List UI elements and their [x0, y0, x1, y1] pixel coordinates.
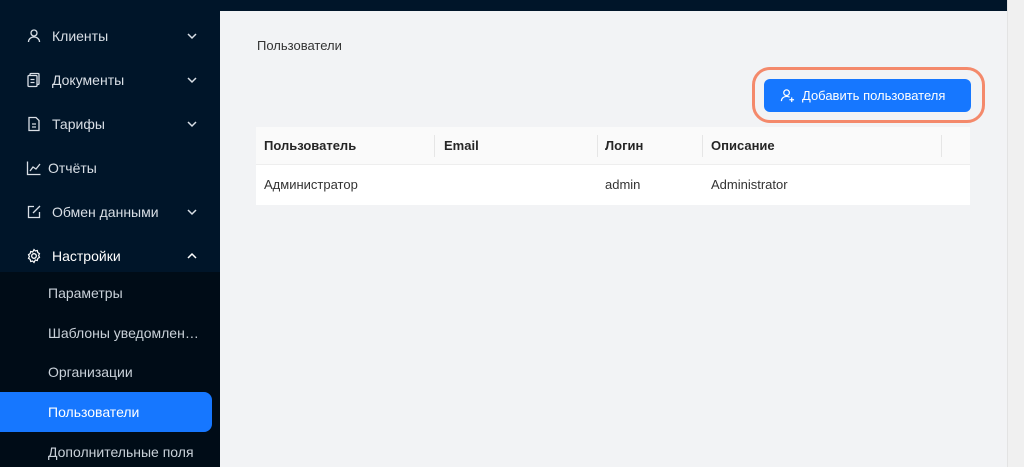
submenu-item-organizations[interactable]: Организации — [0, 352, 220, 392]
submenu-item-label: Дополнительные поля — [48, 444, 194, 460]
user-add-icon — [780, 89, 795, 103]
cell-login: admin — [605, 177, 641, 192]
edit-icon — [27, 205, 41, 219]
submenu-item-label: Пользователи — [48, 404, 140, 420]
gear-icon — [27, 248, 41, 264]
sidebar: Клиенты Документы Тарифы Отчёты Обмен да… — [0, 0, 220, 467]
cell-user: Администратор — [264, 177, 358, 192]
submenu-item-additional-fields[interactable]: Дополнительные поля — [0, 432, 220, 467]
submenu-item-parameters[interactable]: Параметры — [0, 273, 220, 313]
column-header-login[interactable]: Логин — [605, 138, 643, 153]
add-user-button[interactable]: Добавить пользователя — [764, 79, 971, 112]
submenu-item-label: Организации — [48, 364, 133, 380]
sidebar-item-label: Отчёты — [48, 160, 97, 176]
add-user-button-label: Добавить пользователя — [802, 88, 946, 103]
sidebar-item-tariffs[interactable]: Тарифы — [0, 102, 220, 146]
sidebar-item-documents[interactable]: Документы — [0, 58, 220, 102]
vertical-scrollbar[interactable] — [1007, 0, 1024, 467]
users-table: Пользователь Email Логин Описание Админи… — [256, 127, 970, 205]
user-icon — [27, 29, 41, 43]
submenu-item-users[interactable]: Пользователи — [0, 392, 212, 432]
sidebar-item-label: Клиенты — [52, 28, 109, 44]
table-header: Пользователь Email Логин Описание — [256, 127, 970, 165]
sidebar-item-label: Обмен данными — [52, 204, 159, 220]
sidebar-item-label: Настройки — [52, 248, 121, 264]
line-chart-icon — [26, 161, 41, 176]
column-header-email[interactable]: Email — [444, 138, 479, 153]
submenu-item-label: Параметры — [48, 285, 123, 301]
top-header-bar — [220, 0, 1007, 11]
sidebar-item-label: Документы — [52, 72, 125, 88]
table-row[interactable]: Администратор admin Administrator — [256, 165, 970, 205]
chevron-down-icon — [187, 121, 197, 128]
tariff-icon — [28, 116, 40, 132]
column-header-user[interactable]: Пользователь — [264, 138, 356, 153]
settings-submenu: Параметры Шаблоны уведомлений Организаци… — [0, 272, 220, 467]
sidebar-item-clients[interactable]: Клиенты — [0, 14, 220, 58]
chevron-down-icon — [187, 33, 197, 40]
column-header-description[interactable]: Описание — [711, 138, 775, 153]
submenu-item-notification-templates[interactable]: Шаблоны уведомлений — [0, 313, 220, 353]
sidebar-item-reports[interactable]: Отчёты — [0, 146, 220, 190]
document-icon — [27, 72, 40, 88]
chevron-down-icon — [187, 77, 197, 84]
page-title: Пользователи — [257, 38, 342, 53]
submenu-item-label: Шаблоны уведомлений — [48, 325, 200, 341]
sidebar-item-label: Тарифы — [52, 116, 105, 132]
chevron-down-icon — [187, 209, 197, 216]
chevron-up-icon — [187, 252, 197, 259]
cell-description: Administrator — [711, 177, 788, 192]
sidebar-item-data-exchange[interactable]: Обмен данными — [0, 190, 220, 234]
